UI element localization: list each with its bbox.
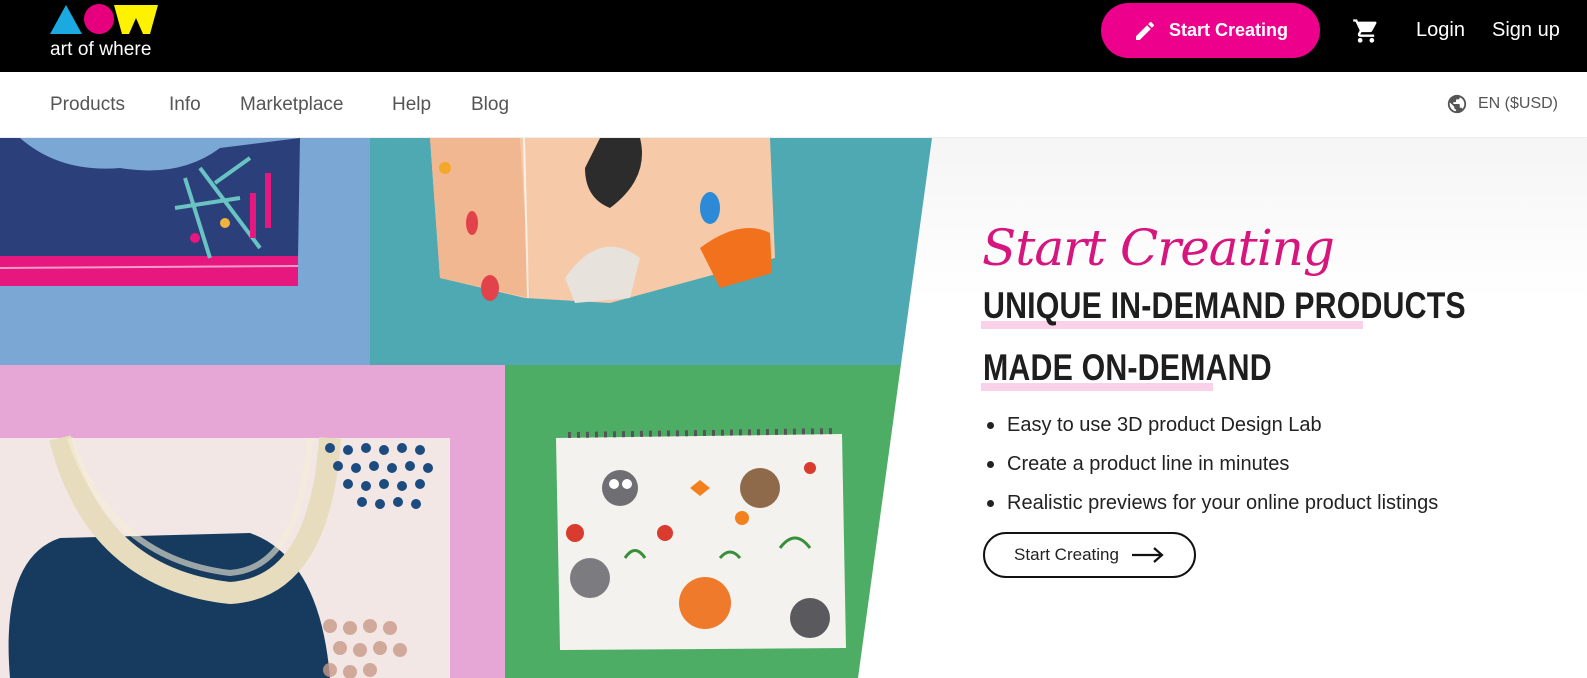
login-link[interactable]: Login (1416, 18, 1465, 42)
hero-headline-line1: UNIQUE IN-DEMAND PRODUCTS (983, 285, 1466, 326)
tote-bag-icon (0, 435, 450, 678)
nav-item-help[interactable]: Help (392, 94, 431, 116)
locale-selector[interactable]: EN ($USD) (1446, 93, 1558, 115)
logo-wordmark: art of where (50, 39, 152, 60)
nav-item-products[interactable]: Products (50, 94, 125, 116)
logo-shapes-icon (50, 4, 158, 34)
globe-icon (1447, 94, 1467, 114)
hero-section: Start Creating UNIQUE IN-DEMAND PRODUCTS… (0, 138, 1587, 678)
hero-start-creating-button[interactable]: Start Creating (983, 532, 1196, 578)
nav-item-blog[interactable]: Blog (471, 94, 509, 116)
arrow-right-icon (1131, 547, 1164, 563)
hero-feature-list: Easy to use 3D product Design Lab Create… (985, 406, 1438, 523)
feature-item: Easy to use 3D product Design Lab (985, 406, 1438, 445)
spiral-notebook-icon (556, 428, 846, 650)
top-bar: art of where Start Creating Login Sign u… (0, 0, 1587, 72)
signup-link[interactable]: Sign up (1492, 18, 1560, 42)
start-creating-label: Start Creating (1168, 20, 1289, 40)
hero-button-label: Start Creating (1014, 545, 1119, 564)
feature-item: Realistic previews for your online produ… (985, 484, 1438, 523)
hero-headline-line2: MADE ON-DEMAND (983, 347, 1272, 388)
hero-product-collage (0, 138, 932, 678)
feature-item: Create a product line in minutes (985, 445, 1438, 484)
site-logo[interactable]: art of where (50, 4, 170, 62)
main-nav: Products Info Marketplace Help Blog EN (… (0, 72, 1587, 138)
pencil-icon (1135, 21, 1154, 40)
silk-scarf-icon (430, 138, 775, 303)
nav-item-marketplace[interactable]: Marketplace (240, 94, 344, 116)
locale-label: EN ($USD) (1478, 95, 1559, 112)
hero-script-title: Start Creating (982, 219, 1335, 277)
start-creating-button[interactable]: Start Creating (1101, 3, 1320, 58)
cart-icon[interactable] (1352, 17, 1380, 45)
nav-item-info[interactable]: Info (169, 94, 201, 116)
